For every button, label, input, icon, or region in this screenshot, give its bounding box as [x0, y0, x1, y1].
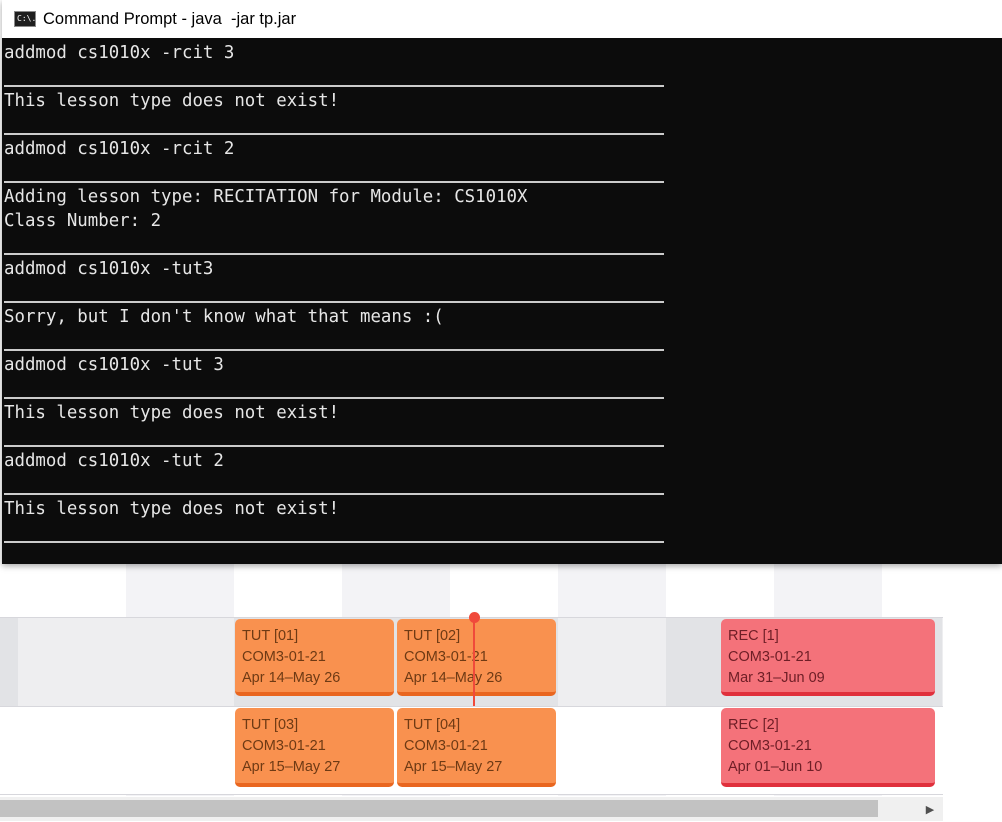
lesson-venue: COM3-01-21	[404, 649, 488, 665]
row-shade	[0, 618, 18, 706]
current-time-dot	[469, 612, 480, 623]
lesson-dates: Apr 01–Jun 10	[728, 759, 823, 775]
separator	[4, 349, 664, 351]
lesson-dates: Apr 15–May 27	[242, 759, 341, 775]
window-titlebar[interactable]: C:\. Command Prompt - java -jar tp.jar	[2, 0, 1002, 38]
lesson-card-rec-1[interactable]: REC [1] COM3-01-21 Mar 31–Jun 09	[721, 619, 935, 696]
lesson-dates: Apr 14–May 26	[242, 670, 341, 686]
console-line: addmod cs1010x -tut 3	[4, 355, 224, 375]
separator	[4, 133, 664, 135]
lesson-card-tut-04[interactable]: TUT [04] COM3-01-21 Apr 15–May 27	[397, 708, 556, 787]
horizontal-scrollbar[interactable]: ▶	[0, 797, 943, 821]
console-line: addmod cs1010x -rcit 2	[4, 139, 235, 159]
lesson-card-tut-02[interactable]: TUT [02] COM3-01-21 Apr 14–May 26	[397, 619, 556, 696]
lesson-venue: COM3-01-21	[242, 649, 326, 665]
console-line: addmod cs1010x -tut3	[4, 259, 214, 279]
lesson-card-tut-01[interactable]: TUT [01] COM3-01-21 Apr 14–May 26	[235, 619, 394, 696]
lesson-title: TUT [01]	[242, 628, 299, 644]
lesson-title: TUT [02]	[404, 628, 461, 644]
lesson-card-rec-2[interactable]: REC [2] COM3-01-21 Apr 01–Jun 10	[721, 708, 935, 787]
separator	[4, 541, 664, 543]
lesson-venue: COM3-01-21	[404, 738, 488, 754]
lesson-venue: COM3-01-21	[242, 738, 326, 754]
console-line: Adding lesson type: RECITATION for Modul…	[4, 187, 528, 207]
lesson-title: TUT [03]	[242, 717, 299, 733]
console-output[interactable]: addmod cs1010x -rcit 3 This lesson type …	[4, 40, 1000, 560]
separator	[4, 445, 664, 447]
command-prompt-window[interactable]: C:\. Command Prompt - java -jar tp.jar a…	[2, 0, 1002, 564]
current-time-indicator	[473, 618, 475, 706]
window-title: Command Prompt - java -jar tp.jar	[43, 9, 297, 28]
console-line: This lesson type does not exist!	[4, 499, 340, 519]
separator	[4, 493, 664, 495]
console-line: addmod cs1010x -rcit 3	[4, 43, 235, 63]
console-line: addmod cs1010x -tut 2	[4, 451, 224, 471]
console-line: Sorry, but I don't know what that means …	[4, 307, 444, 327]
lesson-title: REC [2]	[728, 717, 779, 733]
lesson-venue: COM3-01-21	[728, 649, 812, 665]
chevron-right-icon[interactable]: ▶	[923, 799, 937, 819]
cmd-icon: C:\.	[14, 11, 36, 27]
console-line: Class Number: 2	[4, 211, 162, 231]
separator	[4, 181, 664, 183]
lesson-card-tut-03[interactable]: TUT [03] COM3-01-21 Apr 15–May 27	[235, 708, 394, 787]
lesson-title: TUT [04]	[404, 717, 461, 733]
separator	[4, 253, 664, 255]
lesson-venue: COM3-01-21	[728, 738, 812, 754]
console-line: This lesson type does not exist!	[4, 403, 340, 423]
separator	[4, 397, 664, 399]
lesson-dates: Mar 31–Jun 09	[728, 670, 825, 686]
lesson-title: REC [1]	[728, 628, 779, 644]
separator	[4, 85, 664, 87]
scrollbar-thumb[interactable]	[0, 800, 878, 817]
separator	[4, 301, 664, 303]
console-line: This lesson type does not exist!	[4, 91, 340, 111]
lesson-dates: Apr 15–May 27	[404, 759, 503, 775]
lesson-dates: Apr 14–May 26	[404, 670, 503, 686]
